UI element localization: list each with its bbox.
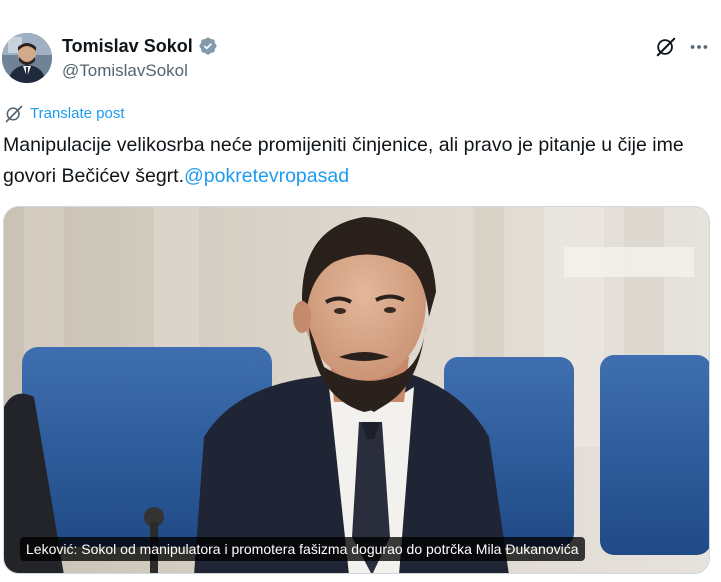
post-text: Manipulacije velikosrba neće promijeniti… [3, 130, 708, 192]
card-caption: Leković: Sokol od manipulatora i promote… [20, 537, 585, 561]
grok-translate-icon [4, 104, 24, 124]
avatar[interactable] [2, 33, 52, 83]
author-handle[interactable]: @TomislavSokol [62, 60, 188, 82]
tweet: Tomislav Sokol @TomislavSokol Translate … [0, 0, 721, 582]
tweet-header: Tomislav Sokol @TomislavSokol [2, 32, 712, 84]
author-name-row: Tomislav Sokol [62, 34, 218, 58]
mention-link[interactable]: @pokretevropasad [184, 165, 349, 187]
more-options-icon[interactable] [686, 34, 712, 60]
grok-icon[interactable] [653, 34, 679, 60]
translate-post-button[interactable]: Translate post [4, 104, 125, 124]
author-display-name[interactable]: Tomislav Sokol [62, 34, 193, 58]
link-card[interactable]: Leković: Sokol od manipulatora i promote… [3, 206, 710, 574]
card-image [4, 207, 709, 573]
verified-badge-icon [198, 36, 218, 56]
translate-post-label: Translate post [30, 105, 125, 122]
